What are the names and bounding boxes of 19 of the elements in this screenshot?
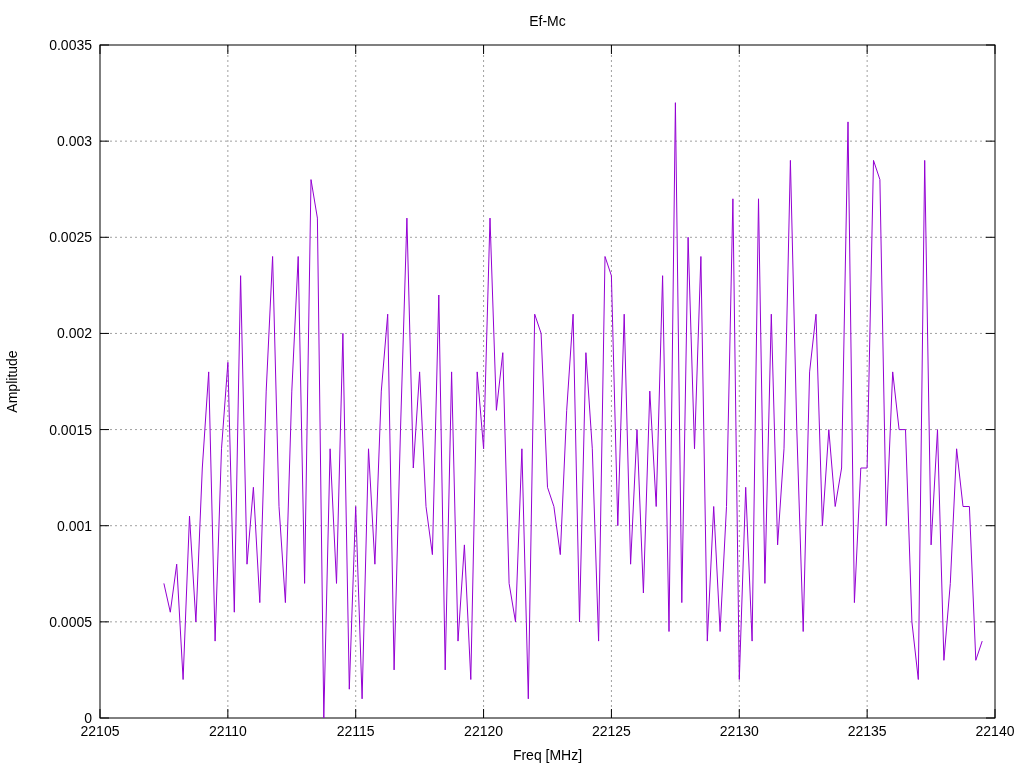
tick-label: 0.002 [56,325,92,342]
tick-label: 22110 [208,723,247,739]
tick-label: 22140 [975,723,1015,739]
tick-label: 0.0005 [49,613,92,630]
tick-label: 0.003 [56,133,92,150]
chart-title: Ef-Mc [529,13,566,29]
tick-label: 22135 [847,723,887,739]
tick-label: 0.0035 [49,37,92,53]
x-axis-label: Freq [MHz] [512,747,583,763]
tick-label: 0.0025 [49,229,92,246]
tick-label: 22125 [591,723,631,739]
tick-label: 22105 [80,723,120,739]
tick-label: 22115 [336,723,375,739]
tick-label: 0.001 [56,517,92,534]
tick-label: 22130 [719,723,759,739]
tick-label: 0.0015 [49,421,92,438]
y-axis-label: Amplitude [4,350,20,413]
tick-label: 22120 [464,723,504,739]
tick-label: 0 [84,710,92,726]
